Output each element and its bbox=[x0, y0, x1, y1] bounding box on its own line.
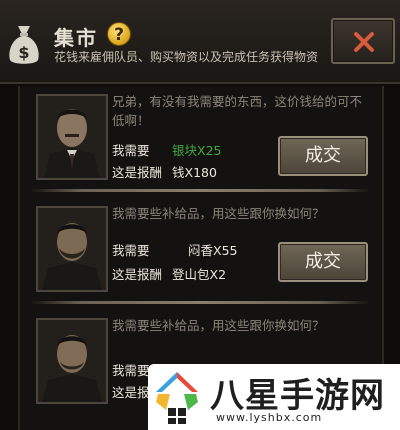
man-with-beard-icon bbox=[38, 208, 106, 290]
money-bag-icon: $ bbox=[9, 26, 39, 64]
need-label: 我需要 bbox=[112, 243, 150, 258]
row-divider bbox=[30, 301, 370, 304]
need-value: 银块X25 bbox=[172, 143, 222, 158]
watermark-brand: 八星手游网 bbox=[210, 376, 385, 416]
quest-row: 我需要些补给品，用这些跟你换如何？ 我需要 闷香X55 这是报酬 登山包X2 成… bbox=[20, 198, 382, 310]
quest-dialogue: 我需要些补给品，用这些跟你换如何？ bbox=[112, 318, 325, 333]
need-value: 闷香X55 bbox=[188, 243, 238, 258]
rainbow-logo-icon bbox=[156, 372, 198, 424]
page-title: 集市 bbox=[54, 26, 98, 50]
need-label: 我需要 bbox=[112, 363, 150, 378]
page-subtitle: 花钱来雇佣队员、购买物资以及完成任务获得物资 bbox=[54, 50, 319, 64]
help-icon[interactable]: ? bbox=[107, 22, 131, 46]
npc-portrait bbox=[36, 206, 108, 292]
reward-value: 登山包X2 bbox=[172, 267, 227, 282]
npc-portrait bbox=[36, 318, 108, 404]
man-portrait-icon bbox=[38, 320, 106, 402]
site-watermark: 八星手游网 www.lyshbx.com bbox=[148, 364, 400, 430]
row-divider bbox=[30, 189, 370, 192]
reward-label: 这是报酬 bbox=[112, 165, 163, 180]
close-icon bbox=[354, 32, 374, 52]
svg-text:$: $ bbox=[18, 43, 29, 62]
trade-button[interactable]: 成交 bbox=[278, 242, 368, 282]
need-label: 我需要 bbox=[112, 143, 150, 158]
reward-label: 这是报酬 bbox=[112, 267, 163, 282]
reward-value: 钱X180 bbox=[172, 165, 217, 180]
quest-dialogue: 兄弟，有没有我需要的东西，这价钱给的可不低啊！ bbox=[112, 94, 363, 128]
npc-portrait bbox=[36, 94, 108, 180]
reward-label: 这是报 bbox=[112, 385, 150, 400]
market-header: $ 集市 ? 花钱来雇佣队员、购买物资以及完成任务获得物资 bbox=[0, 0, 400, 84]
watermark-url: www.lyshbx.com bbox=[216, 411, 323, 424]
quest-dialogue: 我需要些补给品，用这些跟你换如何？ bbox=[112, 206, 325, 221]
man-with-mustache-icon bbox=[38, 96, 106, 178]
quest-row: 兄弟，有没有我需要的东西，这价钱给的可不低啊！ 我需要 银块X25 这是报酬 钱… bbox=[20, 86, 382, 198]
trade-button[interactable]: 成交 bbox=[278, 136, 368, 176]
close-button[interactable] bbox=[331, 18, 395, 64]
